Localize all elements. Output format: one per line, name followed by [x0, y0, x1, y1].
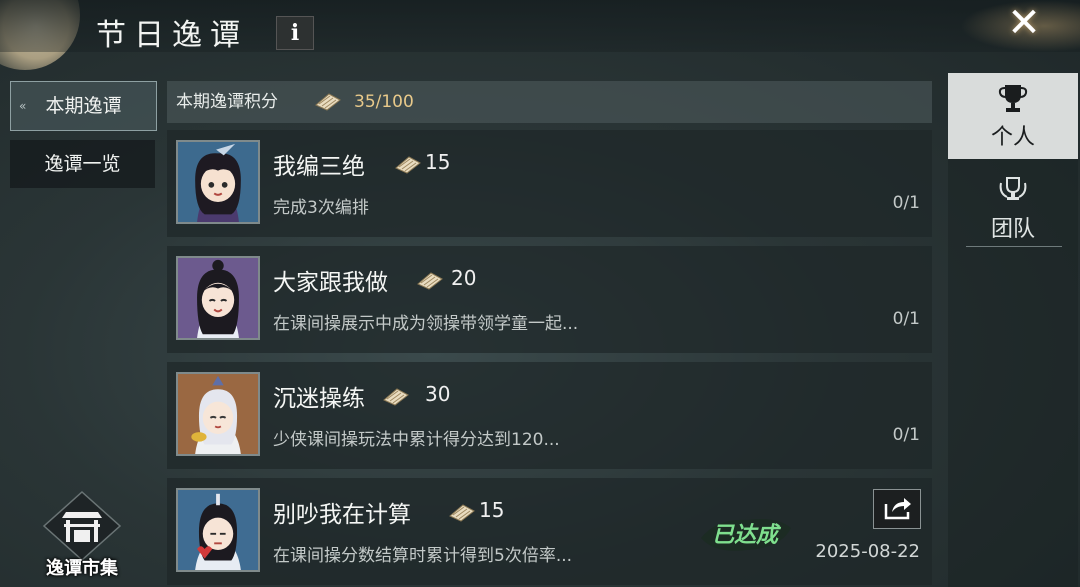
task-reward: 15 [425, 150, 451, 174]
avatar [176, 140, 260, 224]
avatar [176, 256, 260, 340]
market-button[interactable]: 逸谭市集 [34, 490, 130, 582]
nav-item-label: 本期逸谭 [45, 95, 122, 117]
task-name: 沉迷操练 [273, 386, 365, 412]
scroll-icon [383, 388, 409, 406]
nav-item-current[interactable]: « 本期逸谭 [10, 81, 157, 131]
task-description: 少侠课间操玩法中累计得分达到120... [273, 430, 560, 450]
avatar [176, 488, 260, 572]
scroll-icon [315, 93, 341, 111]
task-card[interactable]: 我编三绝 15 完成3次编排 0/1 [167, 130, 932, 237]
nav-item-overview[interactable]: 逸谭一览 [10, 140, 155, 188]
team-trophy-icon [999, 177, 1027, 200]
share-button[interactable] [873, 489, 921, 529]
right-tab-bar: 个人 团队 [948, 73, 1078, 587]
tab-label: 个人 [990, 125, 1035, 150]
task-name: 大家跟我做 [273, 270, 388, 296]
task-description: 在课间操分数结算时累计得到5次倍率... [273, 546, 573, 566]
score-value: 35/100 [354, 92, 414, 112]
scroll-icon [395, 156, 421, 174]
market-gate-icon [42, 490, 122, 562]
task-description: 在课间操展示中成为领操带领学童一起... [273, 314, 579, 334]
tab-divider [966, 246, 1062, 247]
tab-personal[interactable]: 个人 [948, 73, 1078, 159]
tab-team[interactable]: 团队 [948, 165, 1078, 251]
task-reward: 15 [479, 498, 505, 522]
scroll-icon [449, 504, 475, 522]
share-icon [884, 498, 911, 520]
avatar [176, 372, 260, 456]
task-progress: 0/1 [892, 309, 920, 329]
task-card[interactable]: 别吵我在计算 15 在课间操分数结算时累计得到5次倍率... 已达成 2025-… [167, 478, 932, 585]
task-progress: 0/1 [892, 193, 920, 213]
trophy-icon [998, 85, 1028, 112]
task-card[interactable]: 沉迷操练 30 少侠课间操玩法中累计得分达到120... 0/1 [167, 362, 932, 469]
task-reward: 30 [425, 382, 451, 406]
double-chevron-icon: « [19, 99, 27, 113]
task-name: 别吵我在计算 [273, 502, 411, 528]
score-bar: 本期逸谭积分 35/100 [167, 81, 932, 123]
task-date: 2025-08-22 [815, 541, 920, 562]
nav-item-label: 逸谭一览 [44, 153, 121, 175]
task-name: 我编三绝 [273, 154, 365, 180]
task-reward: 20 [451, 266, 477, 290]
task-progress: 0/1 [892, 425, 920, 445]
market-label: 逸谭市集 [46, 558, 118, 579]
score-label: 本期逸谭积分 [176, 92, 278, 112]
tab-label: 团队 [990, 217, 1035, 242]
completed-stamp: 已达成 [701, 519, 791, 551]
close-button[interactable]: ✕ [994, 0, 1054, 50]
page-title: 节日逸谭 [96, 18, 248, 53]
scroll-icon [417, 272, 443, 290]
info-button[interactable]: i [276, 16, 314, 50]
task-card[interactable]: 大家跟我做 20 在课间操展示中成为领操带领学童一起... 0/1 [167, 246, 932, 353]
task-description: 完成3次编排 [273, 198, 369, 218]
stamp-text: 已达成 [712, 522, 782, 548]
